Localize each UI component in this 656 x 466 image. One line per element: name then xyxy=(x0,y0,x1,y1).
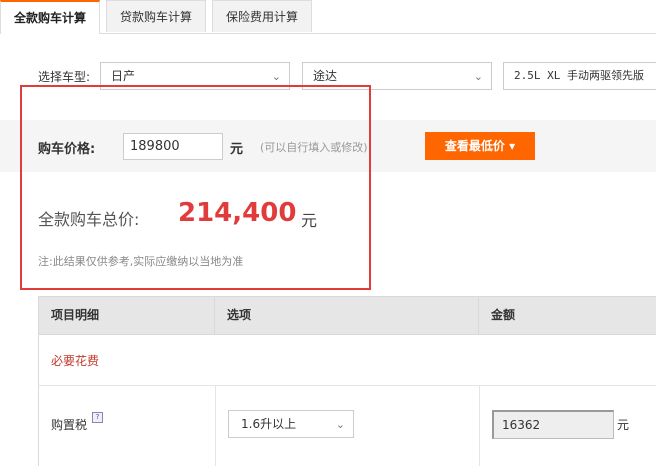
price-input[interactable] xyxy=(123,133,223,160)
model-select-label: 选择车型: xyxy=(38,70,91,84)
variant-select[interactable]: 2.5L XL 手动两驱领先版 xyxy=(503,62,656,90)
section-required-costs: 必要花费 xyxy=(38,335,656,386)
variant-select-value: 2.5L XL 手动两驱领先版 xyxy=(514,69,644,82)
price-label: 购车价格: xyxy=(38,142,96,157)
brand-select-value: 日产 xyxy=(111,69,136,83)
row-name: 购置税 xyxy=(51,418,88,432)
tab-loan[interactable]: 贷款购车计算 xyxy=(106,0,206,32)
help-icon[interactable]: ? xyxy=(92,412,103,423)
header-item: 项目明细 xyxy=(38,297,214,334)
price-hint: (可以自行填入或修改) xyxy=(260,141,368,154)
cost-table: 项目明细 选项 金额 必要花费 购置税 ? 1.6升以上 ⌄ 元 xyxy=(38,296,656,466)
column-divider xyxy=(215,386,216,466)
tab-full-payment[interactable]: 全款购车计算 xyxy=(0,0,100,34)
total-price-value: 214,400 xyxy=(178,198,297,228)
option-value: 1.6升以上 xyxy=(241,417,297,431)
header-option: 选项 xyxy=(214,297,478,334)
table-header: 项目明细 选项 金额 xyxy=(38,297,656,335)
brand-select[interactable]: 日产 ⌄ xyxy=(100,62,290,90)
total-price-label: 全款购车总价: xyxy=(38,210,140,229)
section-title: 必要花费 xyxy=(51,354,100,368)
amount-input[interactable] xyxy=(492,410,614,439)
series-select-value: 途达 xyxy=(313,69,338,83)
table-row: 购置税 ? 1.6升以上 ⌄ 元 xyxy=(38,386,656,466)
calculator-tabs: 全款购车计算 贷款购车计算 保险费用计算 xyxy=(0,0,656,34)
tab-insurance[interactable]: 保险费用计算 xyxy=(212,0,312,32)
column-divider xyxy=(479,386,480,466)
price-band: 购车价格: 元 (可以自行填入或修改) 查看最低价 ▾ xyxy=(0,120,656,172)
series-select[interactable]: 途达 ⌄ xyxy=(302,62,492,90)
chevron-down-icon: ⌄ xyxy=(335,418,345,431)
lowest-price-button[interactable]: 查看最低价 ▾ xyxy=(425,132,535,160)
engine-option-select[interactable]: 1.6升以上 ⌄ xyxy=(228,410,354,438)
total-price-unit: 元 xyxy=(301,211,318,230)
chevron-down-icon: ⌄ xyxy=(473,70,483,83)
price-unit: 元 xyxy=(230,142,244,157)
header-amount: 金额 xyxy=(478,297,656,334)
model-selector-row: 选择车型: 日产 ⌄ 途达 ⌄ 2.5L XL 手动两驱领先版 xyxy=(0,62,656,90)
amount-unit: 元 xyxy=(617,418,630,432)
chevron-down-icon: ⌄ xyxy=(271,70,281,83)
disclaimer-note: 注:此结果仅供参考,实际应缴纳以当地为准 xyxy=(38,255,244,268)
